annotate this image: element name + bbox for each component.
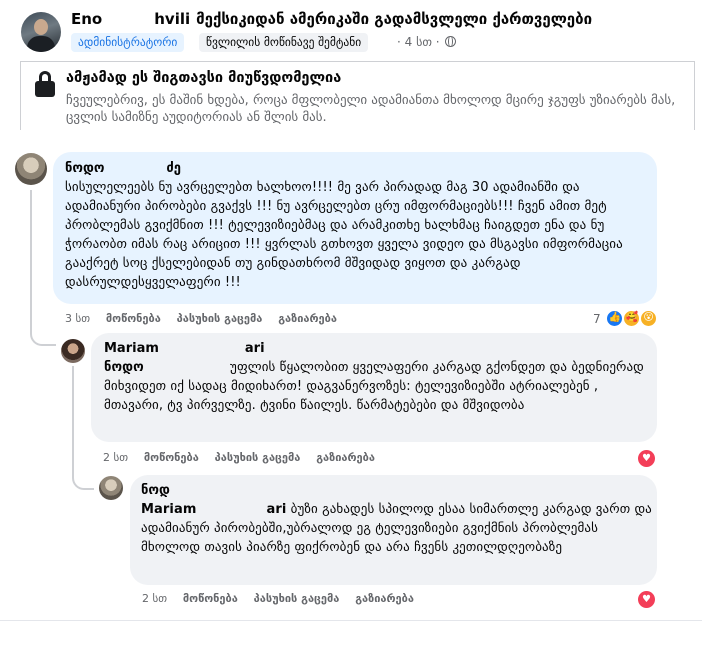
comment-author-first[interactable]: ნოდო — [65, 161, 104, 176]
mention-last[interactable]: ari — [267, 502, 287, 517]
comment-author-last[interactable]: ძე — [166, 161, 181, 176]
thread-line — [72, 366, 74, 478]
comment-author-first[interactable]: ნოდ — [141, 483, 170, 498]
comment-body: უფლის წყალობით ყველაფერი კარგად გქონდეთ … — [104, 360, 644, 413]
comment-author[interactable]: ნოდ — [141, 483, 240, 498]
reply-button[interactable]: პასუხის გაცემა — [254, 592, 340, 605]
comment-text: Mariam ari ბუზი გახადეს სპილოდ ესაა სიმარ… — [141, 500, 653, 557]
unavailable-description: ჩვეულებრივ, ეს მაშინ ხდება, როცა მფლობელ… — [66, 93, 676, 125]
top-contributor-badge[interactable]: წვლილის მოწინავე შემტანი — [199, 33, 369, 52]
care-reaction-icon: 🥰 — [623, 310, 641, 327]
globe-icon[interactable] — [445, 35, 457, 47]
lock-body — [35, 81, 55, 97]
comment-author-first[interactable]: Mariam — [104, 341, 159, 356]
comment-text: სისულელეებს ნუ ავრცელებთ ხალხოო!!!! მე ვ… — [65, 180, 623, 290]
lock-icon — [35, 71, 55, 97]
post-author-line: Eno hvili მექსიკიდან ამერიკაში გადამსვლელი… — [71, 10, 592, 28]
mention-link[interactable]: ნოდო — [104, 360, 144, 375]
like-button[interactable]: მოწონება — [144, 451, 199, 464]
wow-reaction-icon: 😮 — [640, 310, 658, 327]
post-meta: · 4 სთ · — [397, 35, 457, 49]
comment-author[interactable]: ნოდო ძე — [65, 161, 181, 176]
comment-text: ნოდო უფლის წყალობით ყველაფერი კარგად გქო… — [104, 358, 654, 415]
admin-badge[interactable]: ადმინისტრატორი — [71, 33, 185, 52]
share-button[interactable]: გაზიარება — [355, 592, 414, 605]
commenter-avatar[interactable] — [61, 339, 85, 363]
unavailable-title: ამჟამად ეს შიგთავსი მიუწვდომელია — [66, 70, 342, 86]
reply-button[interactable]: პასუხის გაცემა — [215, 451, 301, 464]
comment-time[interactable]: 2 სთ — [103, 451, 128, 464]
thread-line-curve — [30, 332, 56, 346]
comment-actions: 2 სთ მოწონება პასუხის გაცემა გაზიარება — [142, 592, 426, 605]
group-name[interactable]: მექსიკიდან ამერიკაში გადამსვლელი ქართველ… — [196, 10, 592, 28]
share-button[interactable]: გაზიარება — [278, 312, 337, 325]
mention-first[interactable]: Mariam — [141, 502, 197, 517]
comment-time[interactable]: 3 სთ — [65, 312, 90, 325]
like-reaction-icon: 👍 — [606, 310, 624, 327]
reaction-count: 7 — [593, 311, 601, 326]
comment-author-last[interactable]: ari — [245, 341, 265, 356]
thread-line — [30, 190, 32, 334]
like-button[interactable]: მოწონება — [106, 312, 161, 325]
mention-link[interactable]: Mariam ari — [141, 502, 286, 517]
author-avatar[interactable] — [21, 12, 61, 52]
comment-actions: 3 სთ მოწონება პასუხის გაცემა გაზიარება — [65, 312, 349, 325]
reactions-summary[interactable]: 7 👍 🥰 😮 — [593, 310, 658, 328]
comment-time[interactable]: 2 სთ — [142, 592, 167, 605]
avatar-head — [34, 19, 48, 35]
heart-reaction-icon[interactable]: ♥ — [638, 591, 655, 608]
share-button[interactable]: გაზიარება — [316, 451, 375, 464]
post-time[interactable]: · 4 სთ · — [397, 35, 440, 49]
commenter-avatar[interactable] — [15, 153, 47, 185]
heart-reaction-icon[interactable]: ♥ — [638, 450, 655, 467]
post-author-first[interactable]: Eno — [71, 10, 102, 28]
avatar-body — [27, 36, 55, 52]
post-author-last[interactable]: hvili — [154, 10, 190, 28]
comment-actions: 2 სთ მოწონება პასუხის გაცემა გაზიარება — [103, 451, 387, 464]
comment-author[interactable]: Mariam ari — [104, 341, 265, 356]
feed-bottom-divider — [0, 620, 702, 653]
reply-button[interactable]: პასუხის გაცემა — [177, 312, 263, 325]
thread-line-curve — [72, 476, 94, 490]
like-button[interactable]: მოწონება — [183, 592, 238, 605]
commenter-avatar[interactable] — [99, 476, 123, 500]
